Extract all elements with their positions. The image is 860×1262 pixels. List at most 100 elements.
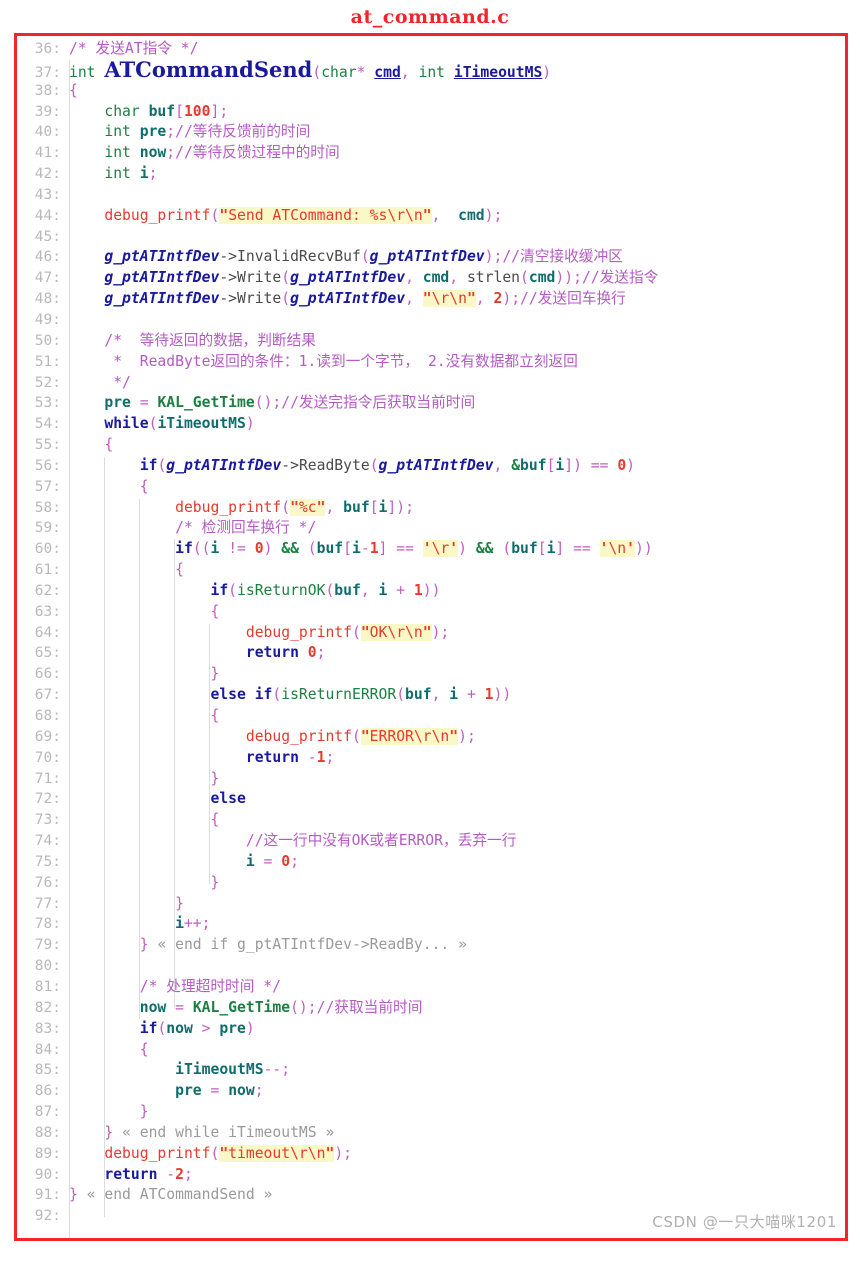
line-content[interactable]: } (69, 769, 845, 790)
line-content[interactable]: { (69, 1040, 845, 1061)
line-content[interactable]: iTimeoutMS--; (69, 1060, 845, 1081)
line-content[interactable]: g_ptATIntfDev->Write(g_ptATIntfDev, "\r\… (69, 289, 845, 310)
code-line[interactable]: 65: return 0; (17, 643, 845, 664)
code-line[interactable]: 61: { (17, 560, 845, 581)
code-line[interactable]: 70: return -1; (17, 748, 845, 769)
code-line[interactable]: 42: int i; (17, 164, 845, 185)
code-line[interactable]: 66: } (17, 664, 845, 685)
line-content[interactable]: i = 0; (69, 852, 845, 873)
line-content[interactable]: if(isReturnOK(buf, i + 1)) (69, 581, 845, 602)
code-line[interactable]: 37: int ATCommandSend(char* cmd, int iTim… (17, 59, 845, 81)
code-line[interactable]: 56: if(g_ptATIntfDev->ReadByte(g_ptATInt… (17, 456, 845, 477)
line-content[interactable]: i++; (69, 914, 845, 935)
line-content[interactable]: * ReadByte返回的条件：1.读到一个字节， 2.没有数据都立刻返回 (69, 352, 845, 373)
code-line[interactable]: 43: (17, 185, 845, 206)
line-content[interactable]: return 0; (69, 643, 845, 664)
line-content[interactable]: g_ptATIntfDev->InvalidRecvBuf(g_ptATIntf… (69, 247, 845, 268)
line-content[interactable]: if(g_ptATIntfDev->ReadByte(g_ptATIntfDev… (69, 456, 845, 477)
code-line[interactable]: 80: (17, 956, 845, 977)
line-content[interactable]: g_ptATIntfDev->Write(g_ptATIntfDev, cmd,… (69, 268, 845, 289)
code-line[interactable]: 39: char buf[100]; (17, 102, 845, 123)
code-line[interactable]: 84: { (17, 1040, 845, 1061)
line-content[interactable]: { (69, 810, 845, 831)
code-line[interactable]: 64: debug_printf("OK\r\n"); (17, 623, 845, 644)
line-content[interactable]: debug_printf("ERROR\r\n"); (69, 727, 845, 748)
code-line[interactable]: 47: g_ptATIntfDev->Write(g_ptATIntfDev, … (17, 268, 845, 289)
line-content[interactable]: } (69, 1102, 845, 1123)
line-content[interactable]: if((i != 0) && (buf[i-1] == '\r') && (bu… (69, 539, 845, 560)
line-content[interactable]: pre = KAL_GetTime();//发送完指令后获取当前时间 (69, 393, 845, 414)
code-line[interactable]: 49: (17, 310, 845, 331)
code-line[interactable]: 69: debug_printf("ERROR\r\n"); (17, 727, 845, 748)
line-content[interactable]: /* 检测回车换行 */ (69, 518, 845, 539)
code-line[interactable]: 46: g_ptATIntfDev->InvalidRecvBuf(g_ptAT… (17, 247, 845, 268)
code-line[interactable]: 62: if(isReturnOK(buf, i + 1)) (17, 581, 845, 602)
code-line[interactable]: 68: { (17, 706, 845, 727)
code-line[interactable]: 51: * ReadByte返回的条件：1.读到一个字节， 2.没有数据都立刻返… (17, 352, 845, 373)
line-content[interactable]: { (69, 560, 845, 581)
code-line[interactable]: 74: //这一行中没有OK或者ERROR，丢弃一行 (17, 831, 845, 852)
code-line[interactable]: 79: } « end if g_ptATIntfDev->ReadBy... … (17, 935, 845, 956)
code-line[interactable]: 89: debug_printf("timeout\r\n"); (17, 1144, 845, 1165)
line-content[interactable]: debug_printf("%c", buf[i]); (69, 498, 845, 519)
code-line[interactable]: 60: if((i != 0) && (buf[i-1] == '\r') &&… (17, 539, 845, 560)
code-line[interactable]: 87: } (17, 1102, 845, 1123)
code-scroll-area[interactable]: 36:/* 发送AT指令 */37: int ATCommandSend(char… (17, 36, 845, 1238)
line-content[interactable]: debug_printf("Send ATCommand: %s\r\n", c… (69, 206, 845, 227)
code-line[interactable]: 77: } (17, 894, 845, 915)
code-line[interactable]: 81: /* 处理超时时间 */ (17, 977, 845, 998)
line-content[interactable]: { (69, 602, 845, 623)
line-content[interactable]: } « end while iTimeoutMS » (69, 1123, 845, 1144)
line-content[interactable]: else (69, 789, 845, 810)
code-line[interactable]: 50: /* 等待返回的数据，判断结果 (17, 331, 845, 352)
code-line[interactable]: 86: pre = now; (17, 1081, 845, 1102)
code-line[interactable]: 73: { (17, 810, 845, 831)
code-line[interactable]: 78: i++; (17, 914, 845, 935)
line-content[interactable]: if(now > pre) (69, 1019, 845, 1040)
code-line[interactable]: 71: } (17, 769, 845, 790)
code-line[interactable]: 52: */ (17, 373, 845, 394)
code-line[interactable]: 44: debug_printf("Send ATCommand: %s\r\n… (17, 206, 845, 227)
line-content[interactable]: int pre;//等待反馈前的时间 (69, 122, 845, 143)
code-line[interactable]: 53: pre = KAL_GetTime();//发送完指令后获取当前时间 (17, 393, 845, 414)
line-content[interactable]: /* 处理超时时间 */ (69, 977, 845, 998)
line-content[interactable]: } (69, 664, 845, 685)
line-content[interactable]: now = KAL_GetTime();//获取当前时间 (69, 998, 845, 1019)
line-content[interactable]: } (69, 873, 845, 894)
code-line[interactable]: 54: while(iTimeoutMS) (17, 414, 845, 435)
line-content[interactable]: else if(isReturnERROR(buf, i + 1)) (69, 685, 845, 706)
code-line[interactable]: 57: { (17, 477, 845, 498)
code-line[interactable]: 82: now = KAL_GetTime();//获取当前时间 (17, 998, 845, 1019)
line-content[interactable]: { (69, 81, 845, 102)
code-line[interactable]: 38: { (17, 81, 845, 102)
line-content[interactable]: int now;//等待反馈过程中的时间 (69, 143, 845, 164)
line-content[interactable]: int i; (69, 164, 845, 185)
code-line[interactable]: 63: { (17, 602, 845, 623)
code-line[interactable]: 40: int pre;//等待反馈前的时间 (17, 122, 845, 143)
code-line[interactable]: 45: (17, 227, 845, 248)
code-line[interactable]: 67: else if(isReturnERROR(buf, i + 1)) (17, 685, 845, 706)
line-content[interactable]: return -2; (69, 1165, 845, 1186)
line-content[interactable]: debug_printf("OK\r\n"); (69, 623, 845, 644)
line-content[interactable]: debug_printf("timeout\r\n"); (69, 1144, 845, 1165)
code-line[interactable]: 41: int now;//等待反馈过程中的时间 (17, 143, 845, 164)
code-line[interactable]: 83: if(now > pre) (17, 1019, 845, 1040)
line-content[interactable]: //这一行中没有OK或者ERROR，丢弃一行 (69, 831, 845, 852)
line-content[interactable]: { (69, 477, 845, 498)
line-content[interactable]: return -1; (69, 748, 845, 769)
code-line[interactable]: 85: iTimeoutMS--; (17, 1060, 845, 1081)
code-line[interactable]: 58: debug_printf("%c", buf[i]); (17, 498, 845, 519)
line-content[interactable]: { (69, 706, 845, 727)
code-line[interactable]: 76: } (17, 873, 845, 894)
line-content[interactable]: pre = now; (69, 1081, 845, 1102)
code-line[interactable]: 91:} « end ATCommandSend » (17, 1185, 845, 1206)
line-content[interactable]: */ (69, 373, 845, 394)
line-content[interactable]: char buf[100]; (69, 102, 845, 123)
line-content[interactable]: } « end ATCommandSend » (69, 1185, 845, 1206)
code-line[interactable]: 75: i = 0; (17, 852, 845, 873)
code-line[interactable]: 59: /* 检测回车换行 */ (17, 518, 845, 539)
code-line[interactable]: 55: { (17, 435, 845, 456)
code-line[interactable]: 72: else (17, 789, 845, 810)
line-content[interactable]: while(iTimeoutMS) (69, 414, 845, 435)
code-line[interactable]: 90: return -2; (17, 1165, 845, 1186)
